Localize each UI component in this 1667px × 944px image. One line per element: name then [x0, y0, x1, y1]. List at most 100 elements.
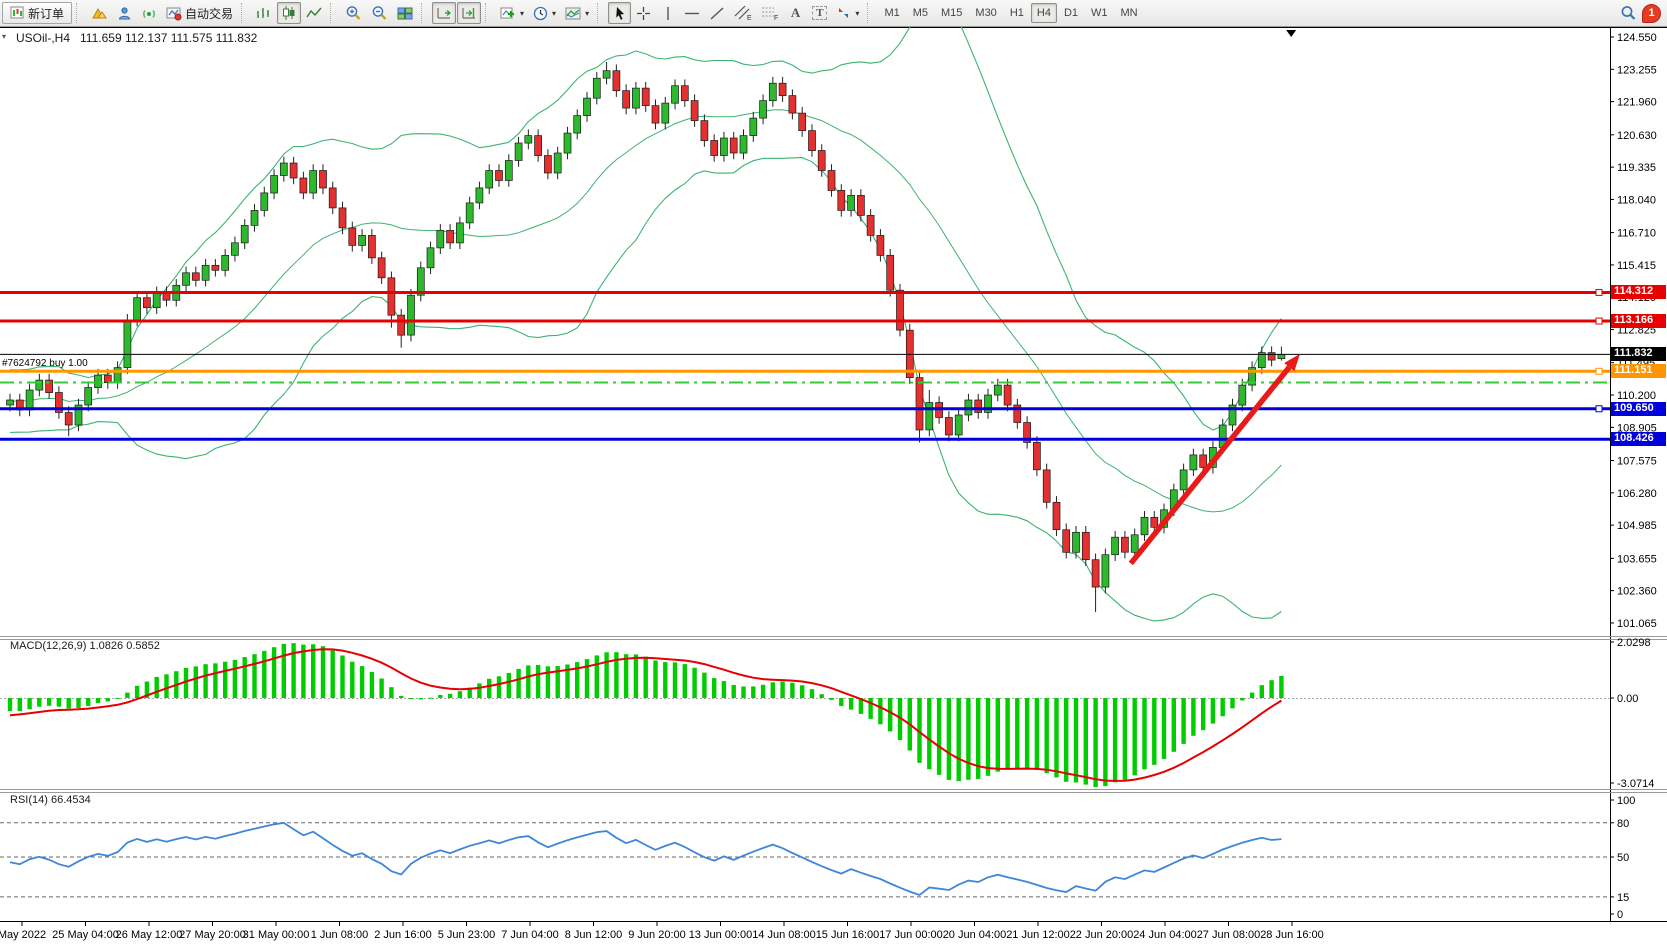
- vertical-line-tool-button[interactable]: [656, 2, 679, 24]
- timeframe-h4-button[interactable]: H4: [1031, 3, 1057, 23]
- toolbar: 新订单 自动交易 E F A T: [0, 0, 1667, 27]
- svg-text:15: 15: [1617, 892, 1629, 904]
- toolbar-separator: [485, 3, 492, 23]
- auto-trading-button[interactable]: 自动交易: [162, 2, 237, 24]
- chart-frame: [0, 28, 1667, 922]
- timeframe-label: D1: [1064, 7, 1078, 19]
- templates-button[interactable]: [561, 2, 593, 24]
- zoom-out-button[interactable]: [367, 2, 392, 24]
- chart-plot[interactable]: 124.550123.255121.960120.630119.335118.0…: [0, 27, 1667, 944]
- svg-text:20 Jun 04:00: 20 Jun 04:00: [943, 929, 1007, 941]
- timeframe-label: W1: [1091, 7, 1108, 19]
- notification-badge[interactable]: 1: [1642, 4, 1661, 23]
- fibonacci-icon: F: [761, 5, 779, 21]
- channel-tool-button[interactable]: E: [730, 2, 756, 24]
- svg-text:27 Jun 08:00: 27 Jun 08:00: [1197, 929, 1261, 941]
- bar-chart-button[interactable]: [252, 2, 276, 24]
- timeframe-w1-button[interactable]: W1: [1085, 3, 1114, 23]
- indicators-button[interactable]: [496, 2, 528, 24]
- price-tag: 108.426: [1611, 432, 1666, 446]
- trend-arrow[interactable]: [1131, 354, 1300, 564]
- svg-text:15 Jun 16:00: 15 Jun 16:00: [816, 929, 880, 941]
- svg-text:107.575: 107.575: [1617, 456, 1657, 468]
- timeframe-m5-button[interactable]: M5: [907, 3, 934, 23]
- zoom-in-icon: [345, 5, 362, 21]
- auto-scroll-button[interactable]: [432, 2, 456, 24]
- svg-text:106.280: 106.280: [1617, 488, 1657, 500]
- rsi-pane: 1008050150: [0, 795, 1635, 921]
- svg-text:26 May 12:00: 26 May 12:00: [116, 929, 183, 941]
- tile-windows-button[interactable]: [393, 2, 417, 24]
- timeframe-label: M1: [884, 7, 899, 19]
- charts-profile-button[interactable]: [87, 2, 112, 24]
- arrows-tool-button[interactable]: [832, 2, 863, 24]
- svg-text:25 May 04:00: 25 May 04:00: [52, 929, 119, 941]
- time-axis[interactable]: May 202225 May 04:0026 May 12:0027 May 2…: [0, 922, 1324, 941]
- clock-icon: [533, 6, 548, 21]
- trendline-tool-button[interactable]: [705, 2, 729, 24]
- svg-text:27 May 20:00: 27 May 20:00: [179, 929, 246, 941]
- svg-text:-3.0714: -3.0714: [1617, 778, 1654, 790]
- new-order-label: 新订单: [28, 5, 64, 22]
- timeframe-m15-button[interactable]: M15: [935, 3, 968, 23]
- svg-text:9 Jun 20:00: 9 Jun 20:00: [628, 929, 686, 941]
- svg-text:5 Jun 23:00: 5 Jun 23:00: [438, 929, 496, 941]
- symbol-dropdown-icon[interactable]: ▾: [2, 32, 6, 41]
- svg-text:123.255: 123.255: [1617, 64, 1657, 76]
- timeframe-m1-button[interactable]: M1: [878, 3, 905, 23]
- rsi-indicator-label: RSI(14) 66.4534: [10, 794, 91, 806]
- chart-canvas[interactable]: 124.550123.255121.960120.630119.335118.0…: [0, 27, 1667, 944]
- new-order-button[interactable]: 新订单: [2, 2, 72, 24]
- auto-scroll-icon: [436, 6, 452, 21]
- svg-text:104.985: 104.985: [1617, 520, 1657, 532]
- svg-text:103.655: 103.655: [1617, 553, 1657, 565]
- order-line-annotation: #7624792 buy 1.00: [2, 358, 88, 369]
- svg-text:24 Jun 04:00: 24 Jun 04:00: [1133, 929, 1197, 941]
- macd-indicator-label: MACD(12,26,9) 1.0826 0.5852: [10, 640, 160, 652]
- chart-shift-button[interactable]: [457, 2, 481, 24]
- price-tag: 109.650: [1611, 402, 1666, 416]
- svg-text:31 May 00:00: 31 May 00:00: [243, 929, 310, 941]
- svg-text:14 Jun 08:00: 14 Jun 08:00: [752, 929, 816, 941]
- text-tool-button[interactable]: A: [784, 2, 807, 24]
- candles-layer: [7, 62, 1285, 612]
- blue-person-icon: [117, 6, 132, 21]
- rsi-name: RSI(14): [10, 794, 48, 806]
- chart-shift-marker[interactable]: [1286, 30, 1296, 37]
- bollinger-bands: [10, 27, 1281, 621]
- line-chart-button[interactable]: [302, 2, 326, 24]
- price-axis[interactable]: 124.550123.255121.960120.630119.335118.0…: [1610, 32, 1657, 630]
- template-icon: [565, 6, 581, 21]
- timeframe-label: H4: [1037, 7, 1051, 19]
- timeframe-mn-button[interactable]: MN: [1115, 3, 1144, 23]
- svg-text:110.200: 110.200: [1617, 390, 1656, 402]
- search-button[interactable]: [1616, 2, 1641, 24]
- text-label-glyph: T: [812, 6, 827, 20]
- equidistant-channel-icon: E: [734, 5, 752, 21]
- rsi-value: 66.4534: [51, 794, 91, 806]
- zoom-in-button[interactable]: [341, 2, 366, 24]
- toolbar-separator: [421, 3, 428, 23]
- svg-text:101.065: 101.065: [1617, 618, 1657, 630]
- timeframe-m30-button[interactable]: M30: [969, 3, 1002, 23]
- signals-button[interactable]: [137, 2, 161, 24]
- market-watch-button[interactable]: [113, 2, 136, 24]
- svg-text:120.630: 120.630: [1617, 130, 1657, 142]
- timeframe-h1-button[interactable]: H1: [1004, 3, 1030, 23]
- toolbar-separator: [867, 3, 874, 23]
- timeframe-label: M5: [913, 7, 928, 19]
- candlestick-chart-button[interactable]: [277, 2, 301, 24]
- horizontal-line-tool-button[interactable]: [680, 2, 704, 24]
- horizontal-level-lines[interactable]: [0, 289, 1610, 439]
- svg-text:115.415: 115.415: [1617, 260, 1656, 272]
- signal-icon: [141, 6, 157, 21]
- fibonacci-tool-button[interactable]: F: [757, 2, 783, 24]
- periods-button[interactable]: [529, 2, 560, 24]
- timeframe-d1-button[interactable]: D1: [1058, 3, 1084, 23]
- ohlc-values: 111.659 112.137 111.575 111.832: [80, 31, 257, 45]
- trendline-icon: [709, 6, 725, 21]
- price-tag: 114.312: [1611, 285, 1666, 299]
- crosshair-tool-button[interactable]: [632, 2, 655, 24]
- cursor-tool-button[interactable]: [608, 2, 631, 24]
- text-label-tool-button[interactable]: T: [808, 2, 831, 24]
